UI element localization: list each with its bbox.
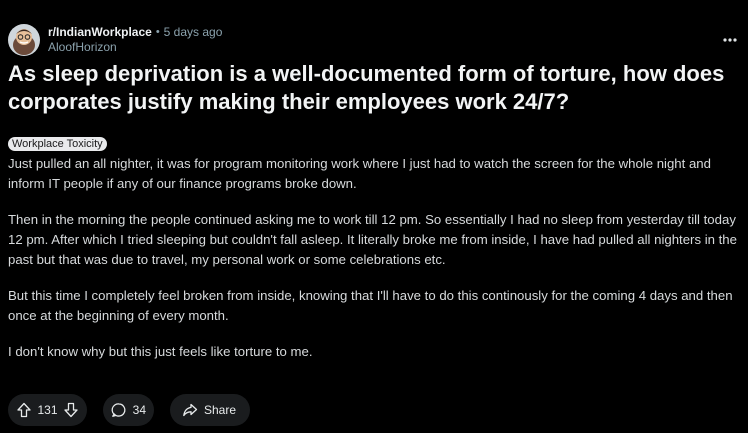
comment-count: 34 (132, 403, 146, 417)
vote-count: 131 (37, 403, 58, 417)
post-meta-top: r/IndianWorkplace • 5 days ago (48, 25, 222, 40)
post-body: Just pulled an all nighter, it was for p… (8, 154, 738, 378)
share-button[interactable]: Share (170, 394, 250, 426)
share-arrow-icon (183, 403, 198, 417)
post-title[interactable]: As sleep deprivation is a well-documente… (8, 60, 728, 116)
subreddit-link[interactable]: r/IndianWorkplace (48, 25, 152, 40)
post-actions-bar: 131 34 Share (8, 394, 250, 426)
downvote-arrow-icon (64, 402, 78, 418)
post-meta: r/IndianWorkplace • 5 days ago AloofHori… (48, 25, 222, 55)
comment-bubble-icon (111, 403, 126, 417)
post-header: r/IndianWorkplace • 5 days ago AloofHori… (8, 22, 222, 58)
upvote-arrow-icon (17, 402, 31, 418)
share-label: Share (204, 403, 237, 417)
post-flair[interactable]: Workplace Toxicity (8, 137, 107, 151)
body-paragraph: Just pulled an all nighter, it was for p… (8, 156, 711, 191)
meta-separator: • (155, 26, 160, 38)
body-paragraph: Then in the morning the people continued… (8, 212, 737, 267)
downvote-button[interactable] (63, 402, 79, 418)
comments-button[interactable]: 34 (103, 394, 154, 426)
vote-control: 131 (8, 394, 87, 426)
post-timestamp: 5 days ago (163, 25, 223, 39)
body-paragraph: I don't know why but this just feels lik… (8, 344, 313, 359)
more-horizontal-icon (723, 38, 737, 42)
more-options-button[interactable] (718, 28, 742, 52)
author-link[interactable]: AloofHorizon (48, 40, 222, 55)
post-card: r/IndianWorkplace • 5 days ago AloofHori… (0, 0, 748, 433)
subreddit-avatar[interactable] (8, 24, 40, 56)
body-paragraph: But this time I completely feel broken f… (8, 288, 733, 323)
avatar-image (8, 24, 40, 56)
upvote-button[interactable] (16, 402, 32, 418)
